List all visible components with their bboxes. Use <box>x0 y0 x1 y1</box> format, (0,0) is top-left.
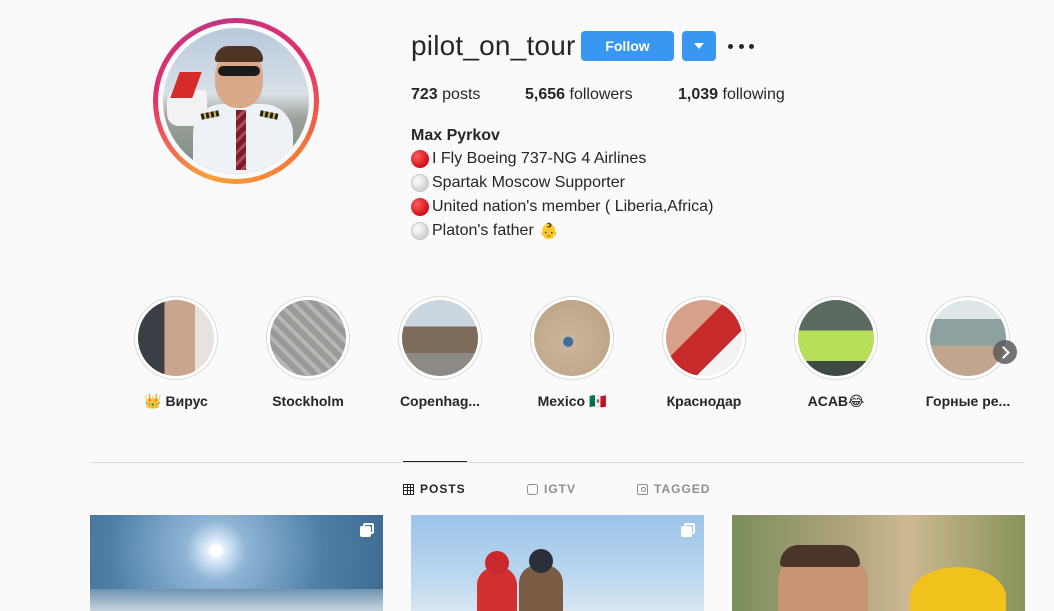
white-circle-icon <box>411 222 429 240</box>
highlights-next-button[interactable] <box>993 340 1017 364</box>
post-thumbnail[interactable] <box>411 515 704 611</box>
red-circle-icon <box>411 150 429 168</box>
followers-link[interactable]: 5,656 followers <box>525 86 633 104</box>
suggested-accounts-button[interactable] <box>682 31 716 61</box>
multiple-photos-icon <box>360 523 374 537</box>
yellow-hat-graphic <box>910 567 1006 611</box>
highlight-label: Copenhag... <box>399 393 481 409</box>
highlight-label: ACAB😂 <box>807 393 865 409</box>
tabs-divider <box>90 462 1025 463</box>
highlight-label: Краснодар <box>666 393 742 409</box>
highlight-mexico[interactable]: Mexico 🇲🇽 <box>512 296 632 410</box>
highlight-virus[interactable]: 👑 Вирус <box>116 296 236 410</box>
highlight-cover <box>402 300 478 376</box>
avatar-photo <box>163 28 309 174</box>
active-tab-indicator <box>403 461 467 462</box>
dot-icon <box>728 43 733 49</box>
highlight-cover <box>798 300 874 376</box>
avatar-border <box>158 23 314 179</box>
highlight-cover <box>534 300 610 376</box>
wing-graphic <box>90 589 383 611</box>
posts-count: 723 posts <box>411 86 481 103</box>
highlight-cover <box>666 300 742 376</box>
profile-avatar[interactable] <box>153 18 319 184</box>
bio-line: United nation's member ( Liberia,Africa) <box>411 198 713 216</box>
highlight-krasnodar[interactable]: Краснодар <box>644 296 764 409</box>
tab-posts[interactable]: POSTS <box>403 482 466 496</box>
highlight-cover <box>138 300 214 376</box>
red-circle-icon <box>411 198 429 216</box>
highlight-label: 👑 Вирус <box>144 393 208 409</box>
tie-graphic <box>236 110 246 170</box>
highlight-cover <box>930 300 1006 376</box>
bio-line: I Fly Boeing 737-NG 4 Airlines <box>411 150 646 168</box>
highlight-label: Горные ре... <box>925 393 1011 409</box>
profile-full-name: Max Pyrkov <box>411 127 500 144</box>
tab-tagged[interactable]: TAGGED <box>637 482 710 496</box>
highlight-copenhagen[interactable]: Copenhag... <box>380 296 500 409</box>
highlight-label: Stockholm <box>272 393 344 409</box>
highlight-acab[interactable]: ACAB😂 <box>776 296 896 410</box>
bio-line: Spartak Moscow Supporter <box>411 174 625 192</box>
tab-igtv[interactable]: IGTV <box>527 482 576 496</box>
triangle-down-icon <box>694 43 704 49</box>
profile-username: pilot_on_tour <box>411 30 576 61</box>
multiple-photos-icon <box>681 523 695 537</box>
post-thumbnail[interactable] <box>90 515 383 611</box>
highlight-cover <box>270 300 346 376</box>
highlight-label: Mexico 🇲🇽 <box>537 393 607 409</box>
grid-icon <box>403 483 414 495</box>
following-link[interactable]: 1,039 following <box>678 86 785 104</box>
tagged-icon <box>637 483 648 495</box>
baby-emoji-icon: 👶 <box>539 223 559 240</box>
white-circle-icon <box>411 174 429 192</box>
sunglasses-graphic <box>218 66 260 76</box>
post-thumbnail[interactable] <box>732 515 1025 611</box>
more-options-button[interactable] <box>728 36 754 56</box>
bio-line: Platon's father 👶 <box>411 222 558 240</box>
highlight-stockholm[interactable]: Stockholm <box>248 296 368 409</box>
chevron-right-icon <box>997 345 1010 359</box>
igtv-icon <box>527 483 538 495</box>
follow-button[interactable]: Follow <box>581 31 674 61</box>
